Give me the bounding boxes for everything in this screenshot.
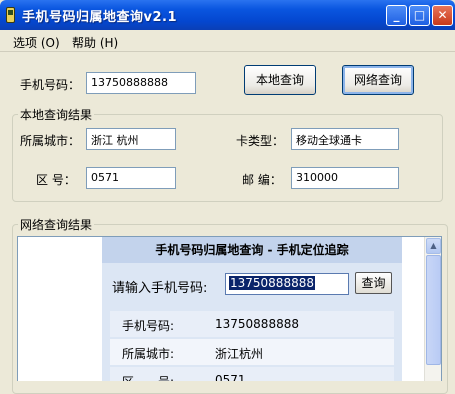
local-query-button[interactable]: 本地查询 xyxy=(244,65,316,95)
phone-label: 手机号码： xyxy=(20,78,81,92)
web-row-value: 浙江杭州 xyxy=(215,347,264,361)
minimize-button[interactable]: _ xyxy=(386,5,407,26)
city-field[interactable]: 浙江 杭州 xyxy=(86,128,176,150)
web-phone-prompt: 请输入手机号码: xyxy=(112,281,208,296)
web-page-content: 手机号码归属地查询 - 手机定位追踪 请输入手机号码: 13750888888 … xyxy=(102,237,402,381)
app-phone-icon xyxy=(6,7,15,23)
web-row-value: 13750888888 xyxy=(215,317,299,331)
web-results-caption: 网络查询结果 xyxy=(18,216,95,233)
postcode-label: 邮 编： xyxy=(242,173,282,187)
web-browser-panel[interactable]: 手机号码归属地查询 - 手机定位追踪 请输入手机号码: 13750888888 … xyxy=(17,236,442,381)
city-label: 所属城市： xyxy=(20,134,81,148)
web-result-row: 手机号码: 13750888888 xyxy=(110,311,394,337)
card-type-label: 卡类型： xyxy=(236,134,285,148)
area-code-label: 区 号： xyxy=(36,173,76,187)
card-type-field[interactable]: 移动全球通卡 xyxy=(291,128,399,150)
menu-bar: 选项 (O) 帮助 (H) xyxy=(0,30,455,52)
menu-help[interactable]: 帮助 (H) xyxy=(72,34,118,51)
postcode-field[interactable]: 310000 xyxy=(291,167,399,189)
web-phone-input[interactable]: 13750888888 xyxy=(225,273,349,295)
scroll-up-arrow-icon[interactable]: ▲ xyxy=(426,238,441,254)
web-result-row: 所属城市: 浙江杭州 xyxy=(110,339,394,365)
web-row-key: 所属城市: xyxy=(122,347,175,361)
web-phone-input-value: 13750888888 xyxy=(229,276,315,290)
web-row-key: 手机号码: xyxy=(122,319,175,333)
phone-input[interactable]: 13750888888 xyxy=(86,72,196,94)
web-vertical-scrollbar[interactable]: ▲ xyxy=(424,237,441,381)
title-bar[interactable]: 手机号码归属地查询v2.1 _ □ ✕ xyxy=(0,0,455,30)
menu-options[interactable]: 选项 (O) xyxy=(13,34,60,51)
maximize-button[interactable]: □ xyxy=(409,5,430,26)
web-result-row: 区 号: 0571 xyxy=(110,367,394,381)
area-code-field[interactable]: 0571 xyxy=(86,167,176,189)
web-row-value: 0571 xyxy=(215,373,246,381)
web-page-query-button[interactable]: 查询 xyxy=(355,272,392,294)
local-results-caption: 本地查询结果 xyxy=(18,106,95,123)
web-row-key: 区 号: xyxy=(122,373,174,381)
scroll-thumb[interactable] xyxy=(426,255,441,365)
close-button[interactable]: ✕ xyxy=(432,5,453,26)
web-query-button[interactable]: 网络查询 xyxy=(342,65,414,95)
window-title: 手机号码归属地查询v2.1 xyxy=(22,10,178,25)
web-page-header: 手机号码归属地查询 - 手机定位追踪 xyxy=(102,237,402,263)
